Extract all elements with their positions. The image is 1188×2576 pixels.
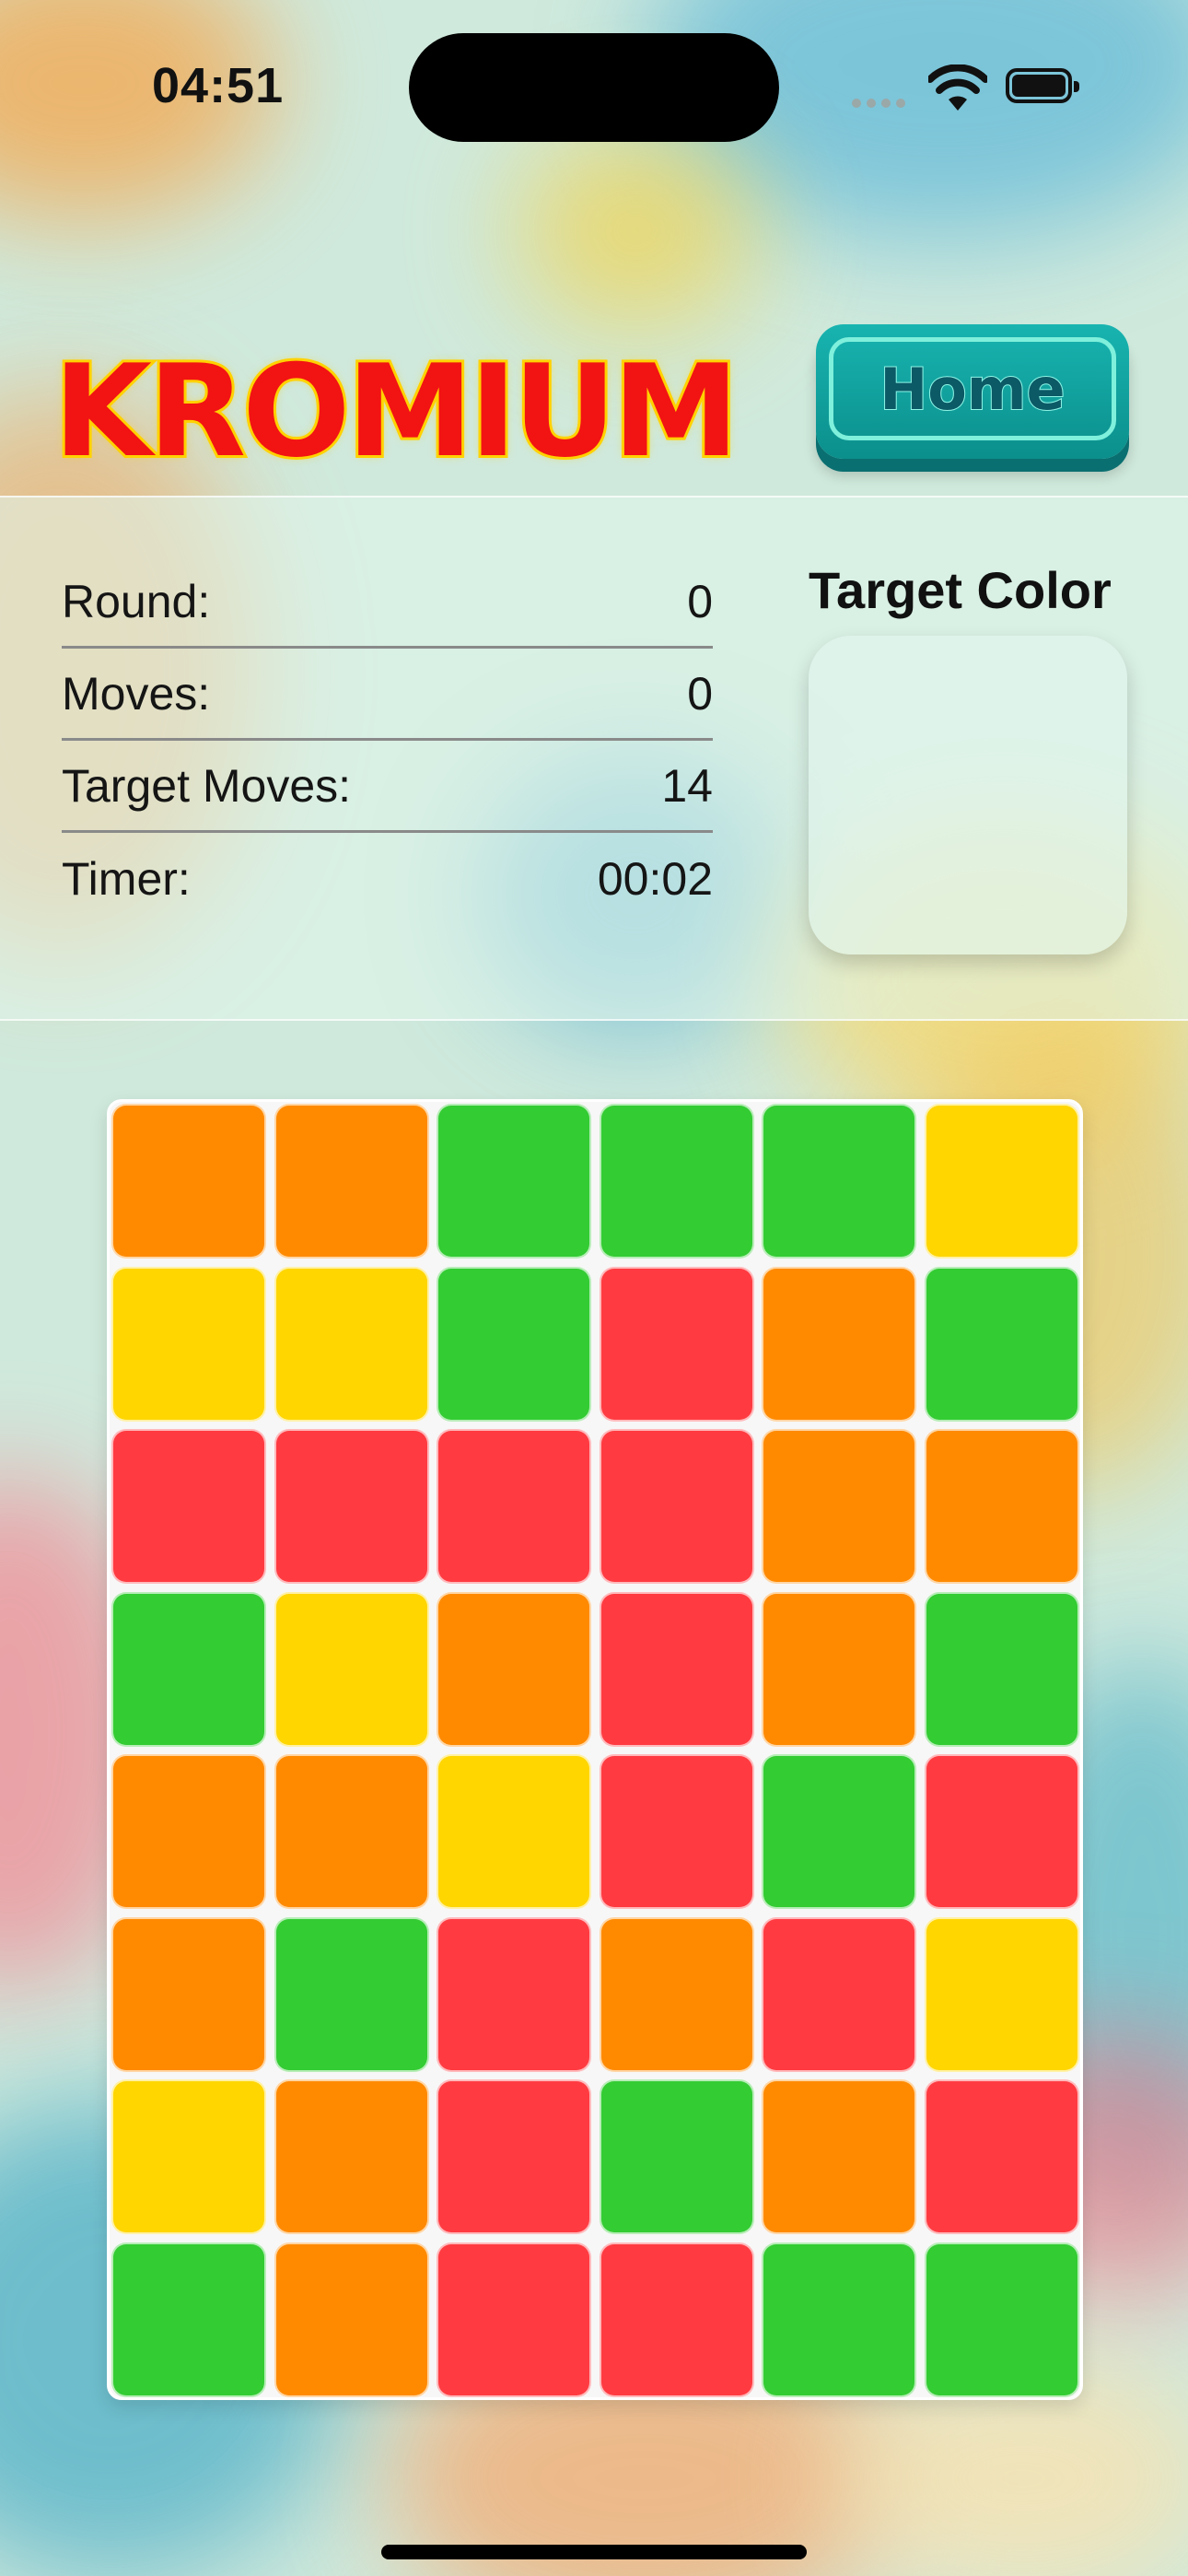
board-tile[interactable] bbox=[274, 2079, 429, 2234]
stat-value: 14 bbox=[661, 759, 713, 812]
board-tile[interactable] bbox=[437, 1754, 591, 1909]
stat-value: 0 bbox=[687, 667, 713, 720]
board-tile[interactable] bbox=[924, 1266, 1079, 1422]
board-tile[interactable] bbox=[599, 1591, 754, 1747]
status-time: 04:51 bbox=[152, 58, 285, 113]
board-tile[interactable] bbox=[111, 2242, 266, 2397]
game-board bbox=[107, 1099, 1083, 2400]
stat-timer: Timer: 00:02 bbox=[62, 833, 713, 925]
board-tile[interactable] bbox=[274, 2242, 429, 2397]
home-indicator bbox=[381, 2545, 807, 2559]
board-tile[interactable] bbox=[762, 2079, 916, 2234]
stat-label: Round: bbox=[62, 575, 211, 627]
board-tile[interactable] bbox=[924, 2242, 1079, 2397]
board-tile[interactable] bbox=[274, 1754, 429, 1909]
board-tile[interactable] bbox=[274, 1266, 429, 1422]
game-logo: KROMIUM bbox=[51, 337, 742, 486]
board-tile[interactable] bbox=[762, 1591, 916, 1747]
board-tile[interactable] bbox=[599, 2079, 754, 2234]
stat-label: Moves: bbox=[62, 667, 211, 720]
stat-target-moves: Target Moves: 14 bbox=[62, 741, 713, 833]
board-tile[interactable] bbox=[762, 1266, 916, 1422]
board-tile[interactable] bbox=[924, 1104, 1079, 1259]
wifi-icon bbox=[928, 64, 987, 111]
target-color-swatch bbox=[809, 636, 1127, 954]
board-tile[interactable] bbox=[111, 1754, 266, 1909]
stat-moves: Moves: 0 bbox=[62, 649, 713, 741]
board-tile[interactable] bbox=[437, 1591, 591, 1747]
board-tile[interactable] bbox=[111, 1429, 266, 1584]
board-tile[interactable] bbox=[599, 2242, 754, 2397]
board-tile[interactable] bbox=[762, 1429, 916, 1584]
board-tile[interactable] bbox=[924, 1754, 1079, 1909]
dynamic-island bbox=[409, 33, 779, 142]
stat-round: Round: 0 bbox=[62, 556, 713, 649]
board-tile[interactable] bbox=[762, 1754, 916, 1909]
board-tile[interactable] bbox=[924, 1916, 1079, 2072]
stat-label: Timer: bbox=[62, 853, 191, 905]
board-tile[interactable] bbox=[599, 1266, 754, 1422]
board-tile[interactable] bbox=[111, 1104, 266, 1259]
stat-value: 00:02 bbox=[597, 853, 713, 905]
board-tile[interactable] bbox=[924, 1591, 1079, 1747]
target-color-title: Target Color bbox=[809, 561, 1112, 619]
stat-value: 0 bbox=[687, 575, 713, 627]
board-tile[interactable] bbox=[599, 1429, 754, 1584]
board-tile[interactable] bbox=[437, 1916, 591, 2072]
board-tile[interactable] bbox=[762, 1916, 916, 2072]
board-tile[interactable] bbox=[111, 2079, 266, 2234]
cellular-signal-icon bbox=[852, 96, 911, 112]
board-tile[interactable] bbox=[111, 1266, 266, 1422]
board-tile[interactable] bbox=[924, 2079, 1079, 2234]
board-tile[interactable] bbox=[599, 1754, 754, 1909]
board-tile[interactable] bbox=[599, 1916, 754, 2072]
board-tile[interactable] bbox=[437, 2242, 591, 2397]
board-tile[interactable] bbox=[111, 1916, 266, 2072]
board-tile[interactable] bbox=[762, 1104, 916, 1259]
board-tile[interactable] bbox=[924, 1429, 1079, 1584]
board-tile[interactable] bbox=[437, 1104, 591, 1259]
stat-label: Target Moves: bbox=[62, 759, 352, 812]
board-tile[interactable] bbox=[437, 1429, 591, 1584]
board-tile[interactable] bbox=[274, 1104, 429, 1259]
board-tile[interactable] bbox=[274, 1429, 429, 1584]
board-tile[interactable] bbox=[274, 1916, 429, 2072]
board-tile[interactable] bbox=[599, 1104, 754, 1259]
board-tile[interactable] bbox=[437, 1266, 591, 1422]
battery-icon bbox=[1006, 68, 1079, 103]
board-tile[interactable] bbox=[274, 1591, 429, 1747]
home-button[interactable]: Home bbox=[816, 324, 1129, 459]
home-button-label: Home bbox=[829, 337, 1116, 440]
board-tile[interactable] bbox=[111, 1591, 266, 1747]
board-tile[interactable] bbox=[762, 2242, 916, 2397]
board-tile[interactable] bbox=[437, 2079, 591, 2234]
